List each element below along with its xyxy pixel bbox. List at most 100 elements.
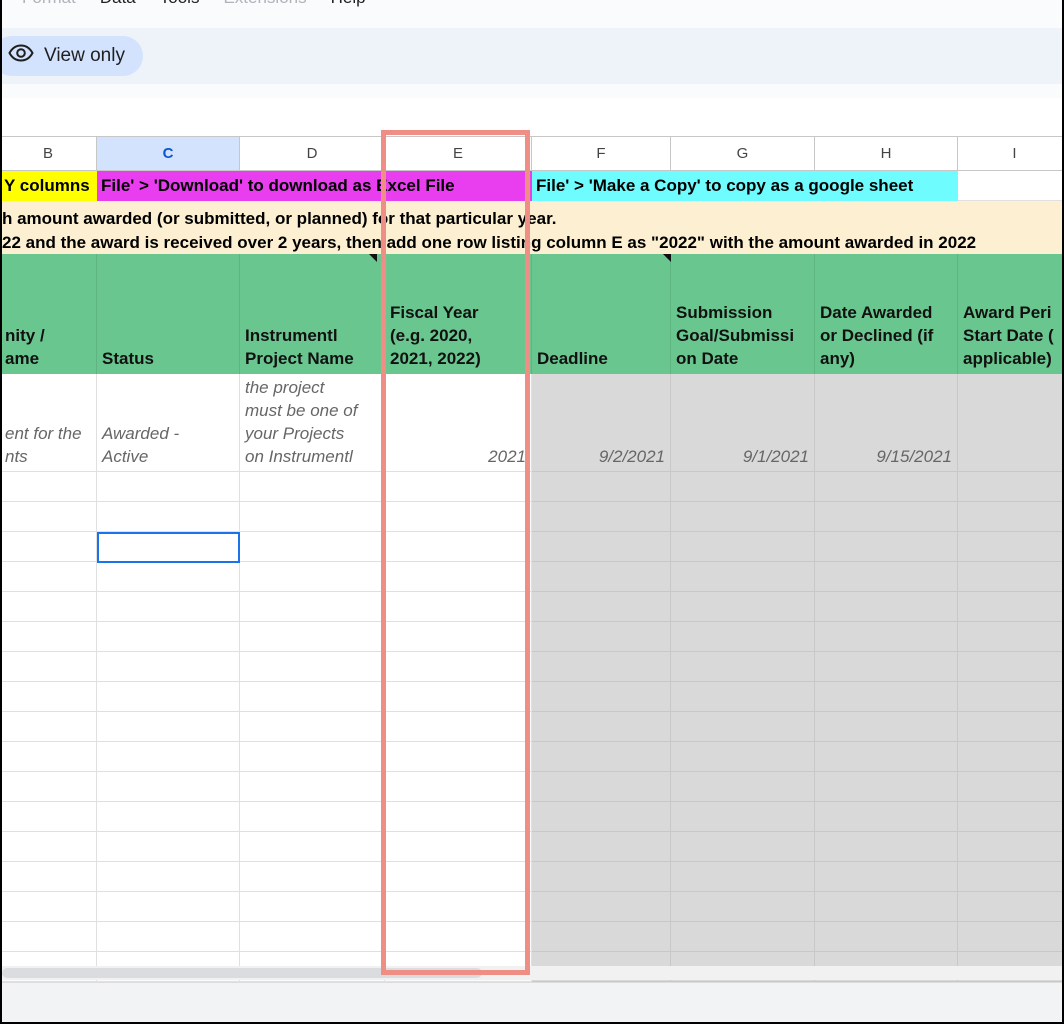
empty-cell[interactable] bbox=[958, 622, 1062, 652]
empty-cell[interactable] bbox=[815, 712, 958, 742]
empty-cell[interactable] bbox=[2, 742, 97, 772]
menu-tools[interactable]: Tools bbox=[160, 0, 200, 16]
empty-cell[interactable] bbox=[958, 892, 1062, 922]
empty-cell[interactable] bbox=[671, 502, 815, 532]
empty-cell[interactable] bbox=[671, 562, 815, 592]
empty-cell[interactable] bbox=[2, 862, 97, 892]
empty-cell[interactable] bbox=[958, 171, 1062, 201]
empty-cell[interactable] bbox=[815, 832, 958, 862]
example-cell[interactable]: ent for the nts bbox=[2, 374, 97, 472]
empty-cell[interactable] bbox=[97, 922, 240, 952]
empty-cell[interactable] bbox=[815, 562, 958, 592]
empty-cell[interactable] bbox=[958, 862, 1062, 892]
column-header-i[interactable]: I bbox=[958, 137, 1062, 171]
empty-cell[interactable] bbox=[97, 862, 240, 892]
empty-cell[interactable] bbox=[240, 772, 385, 802]
empty-cell[interactable] bbox=[240, 472, 385, 502]
empty-cell[interactable] bbox=[532, 922, 671, 952]
empty-cell[interactable] bbox=[2, 712, 97, 742]
menu-help[interactable]: Help bbox=[331, 0, 366, 16]
empty-cell[interactable] bbox=[958, 772, 1062, 802]
empty-cell[interactable] bbox=[240, 682, 385, 712]
empty-cell[interactable] bbox=[2, 652, 97, 682]
empty-cell[interactable] bbox=[97, 772, 240, 802]
empty-cell[interactable] bbox=[815, 862, 958, 892]
empty-cell[interactable] bbox=[958, 682, 1062, 712]
empty-cell[interactable] bbox=[2, 682, 97, 712]
empty-cell[interactable] bbox=[97, 712, 240, 742]
example-cell[interactable]: 9/15/2021 bbox=[815, 374, 958, 472]
empty-cell[interactable] bbox=[958, 472, 1062, 502]
empty-cell[interactable] bbox=[815, 682, 958, 712]
empty-cell[interactable] bbox=[532, 892, 671, 922]
empty-cell[interactable] bbox=[815, 652, 958, 682]
empty-cell[interactable] bbox=[532, 592, 671, 622]
empty-cell[interactable] bbox=[671, 652, 815, 682]
empty-cell[interactable] bbox=[240, 562, 385, 592]
empty-cell[interactable] bbox=[97, 592, 240, 622]
empty-cell[interactable] bbox=[958, 562, 1062, 592]
empty-cell[interactable] bbox=[815, 502, 958, 532]
empty-cell[interactable] bbox=[958, 592, 1062, 622]
empty-cell[interactable] bbox=[97, 682, 240, 712]
example-cell[interactable]: 9/2/2021 bbox=[532, 374, 671, 472]
column-header-g[interactable]: G bbox=[671, 137, 815, 171]
empty-cell[interactable] bbox=[958, 742, 1062, 772]
empty-cell[interactable] bbox=[97, 832, 240, 862]
empty-cell[interactable] bbox=[532, 832, 671, 862]
selected-cell[interactable] bbox=[97, 532, 240, 563]
empty-cell[interactable] bbox=[240, 502, 385, 532]
empty-cell[interactable] bbox=[532, 652, 671, 682]
example-cell[interactable]: 9/1/2021 bbox=[671, 374, 815, 472]
empty-cell[interactable] bbox=[97, 622, 240, 652]
empty-cell[interactable] bbox=[532, 802, 671, 832]
empty-cell[interactable] bbox=[2, 502, 97, 532]
empty-cell[interactable] bbox=[97, 562, 240, 592]
empty-cell[interactable] bbox=[240, 532, 385, 562]
empty-cell[interactable] bbox=[532, 562, 671, 592]
empty-cell[interactable] bbox=[240, 922, 385, 952]
empty-cell[interactable] bbox=[240, 832, 385, 862]
empty-cell[interactable] bbox=[671, 802, 815, 832]
empty-cell[interactable] bbox=[532, 472, 671, 502]
empty-cell[interactable] bbox=[97, 502, 240, 532]
empty-cell[interactable] bbox=[815, 922, 958, 952]
empty-cell[interactable] bbox=[532, 532, 671, 562]
empty-cell[interactable] bbox=[671, 682, 815, 712]
empty-cell[interactable] bbox=[958, 652, 1062, 682]
empty-cell[interactable] bbox=[240, 592, 385, 622]
empty-cell[interactable] bbox=[2, 562, 97, 592]
empty-cell[interactable] bbox=[958, 922, 1062, 952]
empty-cell[interactable] bbox=[958, 832, 1062, 862]
empty-cell[interactable] bbox=[2, 832, 97, 862]
empty-cell[interactable] bbox=[2, 472, 97, 502]
example-cell[interactable]: the project must be one of your Projects… bbox=[240, 374, 385, 472]
empty-cell[interactable] bbox=[532, 682, 671, 712]
empty-cell[interactable] bbox=[958, 532, 1062, 562]
empty-cell[interactable] bbox=[2, 922, 97, 952]
example-cell[interactable] bbox=[958, 374, 1062, 472]
empty-cell[interactable] bbox=[815, 802, 958, 832]
column-header-f[interactable]: F bbox=[532, 137, 671, 171]
empty-cell[interactable] bbox=[240, 652, 385, 682]
empty-cell[interactable] bbox=[671, 922, 815, 952]
empty-cell[interactable] bbox=[958, 502, 1062, 532]
menu-data[interactable]: Data bbox=[100, 0, 136, 16]
empty-cell[interactable] bbox=[97, 802, 240, 832]
empty-cell[interactable] bbox=[671, 862, 815, 892]
column-header-d[interactable]: D bbox=[240, 137, 385, 171]
empty-cell[interactable] bbox=[2, 622, 97, 652]
empty-cell[interactable] bbox=[2, 802, 97, 832]
column-header-c[interactable]: C bbox=[97, 137, 240, 171]
empty-cell[interactable] bbox=[671, 712, 815, 742]
empty-cell[interactable] bbox=[532, 712, 671, 742]
empty-cell[interactable] bbox=[2, 532, 97, 562]
empty-cell[interactable] bbox=[671, 772, 815, 802]
empty-cell[interactable] bbox=[815, 742, 958, 772]
empty-cell[interactable] bbox=[97, 742, 240, 772]
empty-cell[interactable] bbox=[97, 652, 240, 682]
empty-cell[interactable] bbox=[97, 892, 240, 922]
empty-cell[interactable] bbox=[671, 472, 815, 502]
empty-cell[interactable] bbox=[532, 772, 671, 802]
formula-bar[interactable] bbox=[2, 98, 1062, 136]
